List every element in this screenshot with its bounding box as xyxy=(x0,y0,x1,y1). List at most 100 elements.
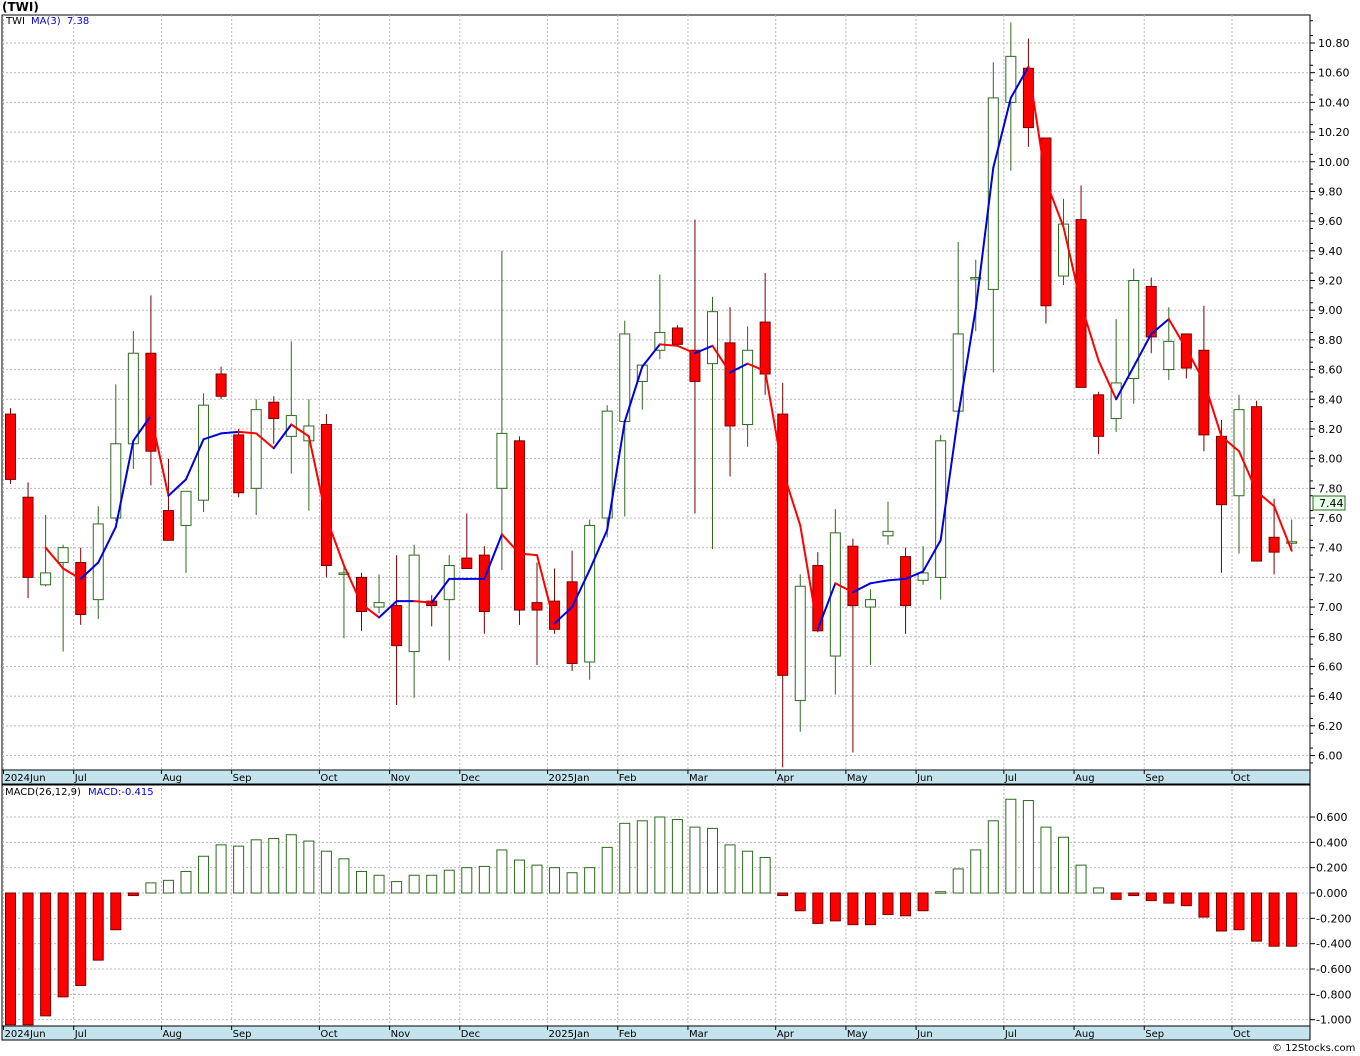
macd-bar-negative xyxy=(1233,892,1245,931)
macd-bar-positive xyxy=(724,844,736,894)
macd-bar-positive xyxy=(233,845,245,894)
candle-down xyxy=(5,413,16,480)
macd-legend-label: MACD(26,12,9) xyxy=(5,787,81,798)
macd-y-axis: -1.000 -0.800 -0.600 -0.400 -0.200 0.000 0.200… xyxy=(1310,811,1351,1027)
x-tick-label: Mar xyxy=(689,1029,709,1040)
macd-bar-positive xyxy=(987,820,999,894)
x-tick-label: Aug xyxy=(1075,773,1095,784)
x-tick-label: Sep xyxy=(1145,773,1164,784)
price-y-tick-label: 8.40 xyxy=(1318,393,1343,406)
macd-bar-positive xyxy=(391,881,403,894)
macd-bar-positive xyxy=(320,850,332,894)
candle-down xyxy=(549,600,561,630)
price-y-tick-label: 9.40 xyxy=(1318,245,1343,258)
macd-bar-negative xyxy=(864,892,876,926)
macd-bar-positive xyxy=(285,834,297,894)
macd-bar-negative xyxy=(110,892,122,931)
legend-ma-label: MA(3) xyxy=(31,16,61,27)
macd-bar-positive xyxy=(1075,864,1087,894)
macd-bar-positive xyxy=(478,865,490,894)
chart-title: (TWI) xyxy=(2,0,39,14)
macd-bar-positive xyxy=(356,870,367,894)
x-tick-label: Oct xyxy=(1233,1029,1250,1040)
candle-up xyxy=(1058,223,1069,277)
x-tick-label: Apr xyxy=(777,773,795,784)
macd-bar-positive xyxy=(1040,826,1052,894)
macd-bar-negative xyxy=(794,892,806,912)
macd-bar-negative xyxy=(1110,892,1122,900)
macd-bar-positive xyxy=(566,872,578,894)
macd-bar-positive xyxy=(742,850,754,894)
candle-down xyxy=(531,602,543,611)
price-y-tick-label: 9.00 xyxy=(1318,304,1343,317)
x-tick-label: Sep xyxy=(233,773,252,784)
last-price-badge: 7.44 xyxy=(1312,495,1346,511)
legend-ma-value: 7.38 xyxy=(67,16,89,27)
candle-down xyxy=(900,556,912,607)
candle-down xyxy=(268,401,280,420)
x-tick-label: 2024Jun xyxy=(5,773,46,784)
x-tick-label: 2025Jan xyxy=(549,1029,590,1040)
price-y-tick-label: 10.40 xyxy=(1318,96,1350,109)
macd-bar-positive xyxy=(1093,887,1105,894)
macd-bar-positive xyxy=(636,820,648,894)
candle-up xyxy=(198,404,210,501)
candle-down xyxy=(478,554,490,613)
candle-down xyxy=(75,562,87,615)
macd-y-tick-label: 0.400 xyxy=(1316,836,1348,849)
macd-bar-positive xyxy=(531,864,543,894)
x-tick-label: Sep xyxy=(233,1029,252,1040)
candle-down xyxy=(671,327,683,345)
macd-bar-positive xyxy=(935,891,947,894)
macd-bar-positive xyxy=(584,867,596,894)
price-legend: TWI MA(3) 7.38 xyxy=(5,16,89,27)
price-y-tick-label: 9.80 xyxy=(1318,185,1343,198)
macd-y-tick-label: 0.000 xyxy=(1316,887,1348,900)
macd-bar-negative xyxy=(1268,892,1280,947)
x-tick-label: Aug xyxy=(162,773,182,784)
x-tick-label: Jun xyxy=(916,1029,933,1040)
macd-bar-positive xyxy=(970,849,982,894)
macd-bar-negative xyxy=(75,892,87,986)
x-tick-label: Jul xyxy=(74,773,87,784)
macd-bar-positive xyxy=(180,870,192,894)
macd-bar-positive xyxy=(1022,800,1034,894)
candle-up xyxy=(1128,280,1140,379)
candle-up xyxy=(882,530,894,537)
price-y-tick-label: 7.20 xyxy=(1318,571,1343,584)
macd-bar-negative xyxy=(40,892,52,1017)
price-y-tick-label: 6.20 xyxy=(1318,720,1343,733)
macd-bar-positive xyxy=(513,859,525,894)
x-tick-label: Oct xyxy=(320,773,337,784)
candle-up xyxy=(496,432,508,489)
candle-up xyxy=(864,599,876,608)
x-tick-label: Jul xyxy=(1004,773,1017,784)
x-tick-label: Feb xyxy=(619,773,637,784)
x-tick-label: 2025Jan xyxy=(549,773,590,784)
x-tick-label: Apr xyxy=(777,1029,795,1040)
macd-y-tick-label: -0.200 xyxy=(1316,912,1351,925)
price-y-tick-label: 7.40 xyxy=(1318,542,1343,555)
x-tick-label: Nov xyxy=(391,1029,411,1040)
candle-up xyxy=(707,311,718,365)
candle-down xyxy=(145,352,157,452)
price-y-tick-label: 6.60 xyxy=(1318,660,1343,673)
macd-bar-positive xyxy=(338,858,350,894)
x-tick-label: Jul xyxy=(1004,1029,1017,1040)
x-tick-label: Dec xyxy=(461,1029,480,1040)
macd-bar-negative xyxy=(1128,892,1140,897)
candle-up xyxy=(250,409,262,489)
candle-up xyxy=(584,524,596,663)
macd-y-tick-label: -1.000 xyxy=(1316,1014,1351,1027)
macd-bar-negative xyxy=(1215,892,1227,932)
candle-down xyxy=(566,581,578,664)
macd-bar-negative xyxy=(5,892,16,1026)
candle-down xyxy=(215,373,227,397)
macd-bar-positive xyxy=(162,879,174,894)
candle-up xyxy=(917,572,929,581)
price-panel: 6.00 6.20 6.40 6.60 6.80 7.00 7.20 7.40 7.60 7.80… xyxy=(1,14,1350,785)
macd-bar-positive xyxy=(549,867,561,894)
macd-bar-positive xyxy=(1005,798,1017,894)
price-y-tick-label: 6.80 xyxy=(1318,631,1343,644)
macd-bar-negative xyxy=(847,892,859,926)
